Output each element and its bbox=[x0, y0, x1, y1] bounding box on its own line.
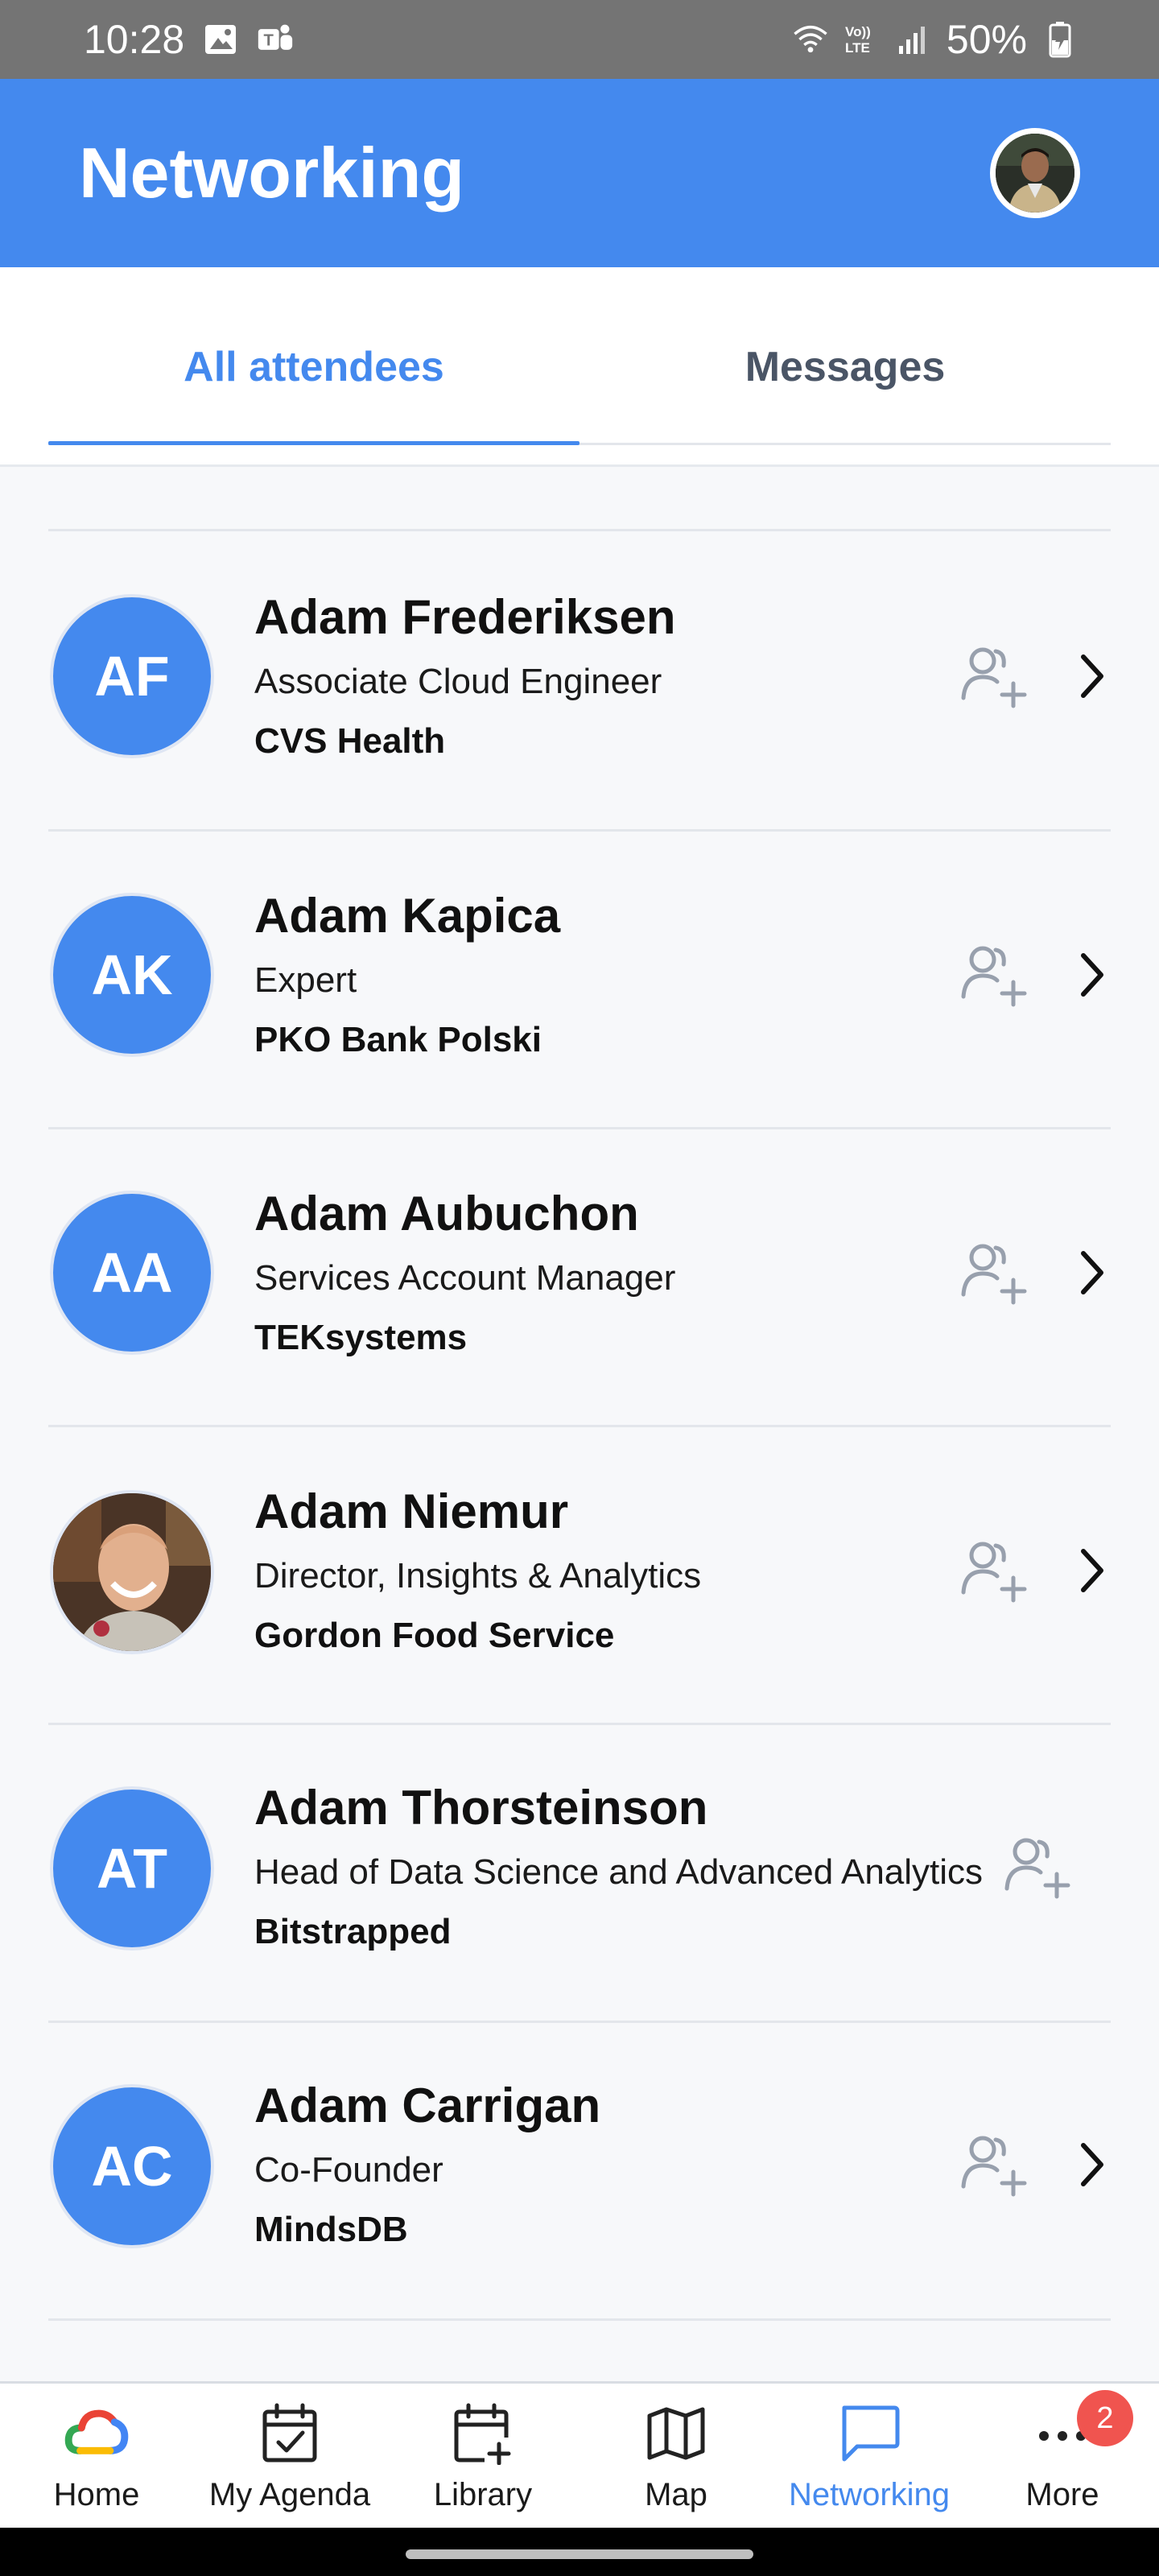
attendee-row[interactable]: AK Adam Kapica Expert PKO Bank Polski bbox=[0, 832, 1159, 1129]
attendee-list[interactable]: AF Adam Frederiksen Associate Cloud Engi… bbox=[0, 469, 1159, 2385]
attendee-title: Associate Cloud Engineer bbox=[254, 662, 662, 701]
profile-avatar[interactable] bbox=[990, 128, 1080, 218]
avatar: AF bbox=[50, 594, 214, 758]
notification-badge: 2 bbox=[1077, 2390, 1133, 2446]
chevron-right-icon[interactable] bbox=[1067, 943, 1116, 1007]
attendee-name: Adam Kapica bbox=[254, 889, 561, 943]
attendee-title: Director, Insights & Analytics bbox=[254, 1556, 702, 1596]
nav-label: Home bbox=[53, 2477, 140, 2512]
svg-text:LTE: LTE bbox=[845, 40, 870, 56]
chat-bubble-icon bbox=[837, 2401, 901, 2466]
tab-all-attendees[interactable]: All attendees bbox=[48, 267, 580, 467]
wifi-icon bbox=[792, 21, 829, 58]
attendee-name: Adam Niemur bbox=[254, 1484, 569, 1538]
volte-icon: Vo)) LTE bbox=[843, 21, 881, 58]
signal-icon bbox=[895, 21, 932, 58]
tab-active-indicator bbox=[48, 441, 580, 445]
nav-label: Library bbox=[433, 2477, 533, 2512]
attendee-company: TEKsystems bbox=[254, 1318, 468, 1357]
gallery-icon bbox=[202, 21, 239, 58]
attendee-company: CVS Health bbox=[254, 721, 446, 761]
chevron-right-icon[interactable] bbox=[1067, 644, 1116, 708]
status-bar: 10:28 T Vo)) LTE 50% bbox=[0, 0, 1159, 79]
svg-text:T: T bbox=[264, 31, 274, 49]
nav-label: Map bbox=[645, 2477, 707, 2512]
attendee-company: PKO Bank Polski bbox=[254, 1020, 542, 1059]
list-divider bbox=[48, 2318, 1111, 2321]
calendar-plus-icon bbox=[451, 2401, 515, 2466]
attendee-title: Expert bbox=[254, 960, 357, 1000]
attendee-name: Adam Frederiksen bbox=[254, 590, 676, 644]
attendee-row[interactable]: AA Adam Aubuchon Services Account Manage… bbox=[0, 1129, 1159, 1427]
google-cloud-icon bbox=[64, 2401, 129, 2466]
nav-library[interactable]: Library bbox=[386, 2384, 580, 2530]
app-header: Networking bbox=[0, 79, 1159, 267]
nav-my-agenda[interactable]: My Agenda bbox=[193, 2384, 386, 2530]
svg-text:Vo)): Vo)) bbox=[845, 24, 871, 39]
avatar-photo bbox=[50, 1490, 214, 1654]
add-connection-icon[interactable] bbox=[955, 1234, 1032, 1311]
attendee-company: MindsDB bbox=[254, 2210, 408, 2249]
attendee-title: Co-Founder bbox=[254, 2150, 443, 2190]
attendee-name: Adam Aubuchon bbox=[254, 1187, 639, 1241]
attendee-row[interactable]: AC Adam Carrigan Co-Founder MindsDB bbox=[0, 2023, 1159, 2321]
tab-messages[interactable]: Messages bbox=[580, 267, 1111, 467]
calendar-check-icon bbox=[258, 2401, 322, 2466]
avatar: AA bbox=[50, 1191, 214, 1355]
avatar: AK bbox=[50, 893, 214, 1057]
tab-bar: All attendees Messages bbox=[0, 267, 1159, 467]
nav-label: Networking bbox=[788, 2477, 951, 2512]
add-connection-icon[interactable] bbox=[998, 1828, 1075, 1905]
nav-more[interactable]: More 2 bbox=[966, 2384, 1159, 2530]
bottom-nav: Home My Agenda Library Map Networking Mo… bbox=[0, 2381, 1159, 2528]
nav-networking[interactable]: Networking bbox=[773, 2384, 966, 2530]
chevron-right-icon[interactable] bbox=[1067, 1538, 1116, 1603]
attendee-row[interactable]: AT Adam Thorsteinson Head of Data Scienc… bbox=[0, 1725, 1159, 2023]
attendee-name: Adam Thorsteinson bbox=[254, 1781, 708, 1835]
gesture-handle[interactable] bbox=[406, 2549, 753, 2559]
battery-percent: 50% bbox=[946, 17, 1027, 62]
avatar: AT bbox=[50, 1786, 214, 1951]
page-title: Networking bbox=[79, 133, 465, 213]
add-connection-icon[interactable] bbox=[955, 638, 1032, 715]
chevron-right-icon[interactable] bbox=[1067, 1241, 1116, 1305]
teams-icon: T bbox=[257, 21, 294, 58]
chevron-right-icon[interactable] bbox=[1067, 2132, 1116, 2197]
nav-map[interactable]: Map bbox=[580, 2384, 773, 2530]
attendee-name: Adam Carrigan bbox=[254, 2079, 601, 2132]
battery-charging-icon bbox=[1041, 21, 1079, 58]
nav-home[interactable]: Home bbox=[0, 2384, 193, 2530]
map-icon bbox=[644, 2401, 708, 2466]
attendee-row[interactable]: Adam Niemur Director, Insights & Analyti… bbox=[0, 1427, 1159, 1725]
attendee-company: Bitstrapped bbox=[254, 1912, 452, 1951]
attendee-title: Head of Data Science and Advanced Analyt… bbox=[254, 1852, 984, 1892]
avatar: AC bbox=[50, 2084, 214, 2248]
attendee-title: Services Account Manager bbox=[254, 1258, 676, 1298]
attendee-company: Gordon Food Service bbox=[254, 1616, 615, 1655]
add-connection-icon[interactable] bbox=[955, 1532, 1032, 1609]
nav-label: My Agenda bbox=[208, 2477, 371, 2512]
attendee-row[interactable]: AF Adam Frederiksen Associate Cloud Engi… bbox=[0, 531, 1159, 829]
nav-label: More bbox=[1025, 2477, 1099, 2512]
status-time: 10:28 bbox=[84, 17, 185, 62]
add-connection-icon[interactable] bbox=[955, 936, 1032, 1013]
add-connection-icon[interactable] bbox=[955, 2126, 1032, 2203]
